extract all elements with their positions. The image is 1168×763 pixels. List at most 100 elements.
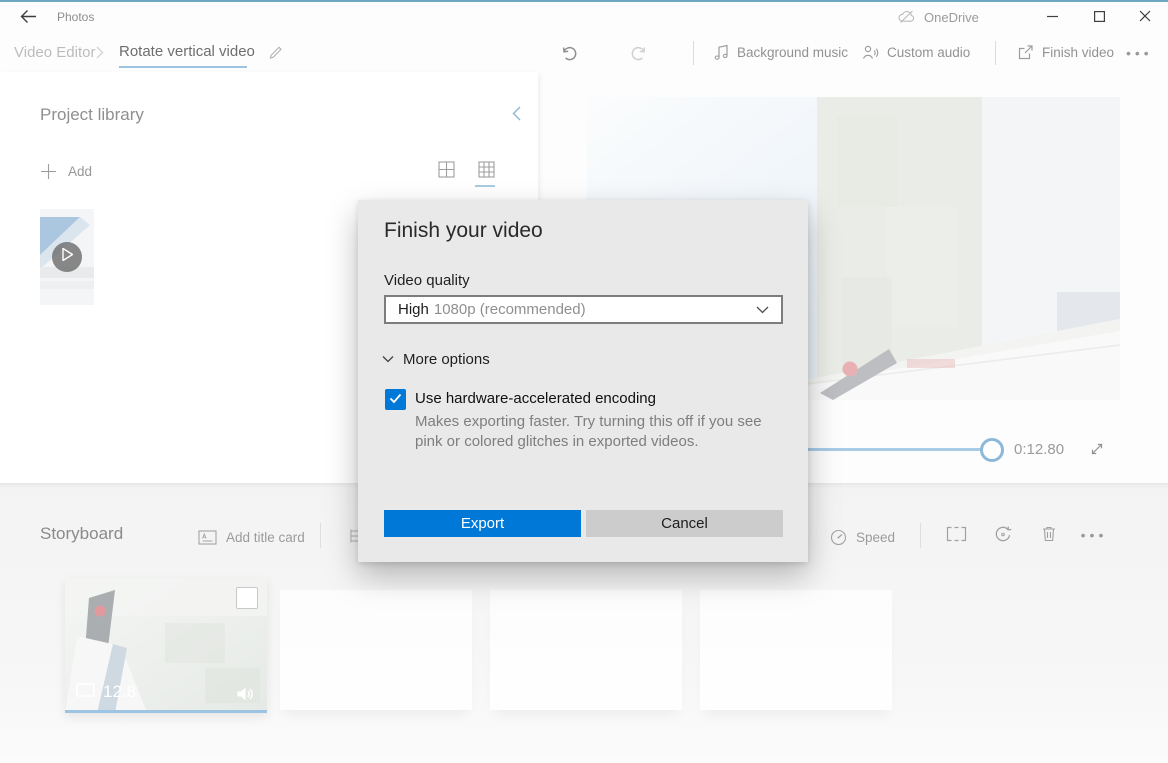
breadcrumb-chevron-icon xyxy=(96,46,104,64)
delete-button[interactable] xyxy=(1035,521,1063,549)
cancel-button[interactable]: Cancel xyxy=(586,510,783,537)
storyboard-more-button[interactable]: ••• xyxy=(1080,521,1108,549)
redo-button[interactable] xyxy=(630,38,648,67)
custom-audio-label: Custom audio xyxy=(887,45,970,60)
hardware-encoding-checkbox[interactable] xyxy=(385,389,406,410)
collapse-panel-button[interactable] xyxy=(503,102,529,128)
video-quality-label: Video quality xyxy=(384,272,470,289)
finish-video-button[interactable]: Finish video xyxy=(1017,38,1114,67)
speed-gauge-icon xyxy=(830,529,847,546)
add-label: Add xyxy=(68,164,92,179)
export-icon xyxy=(1017,44,1034,61)
project-library-title: Project library xyxy=(40,105,144,125)
plus-icon xyxy=(40,163,57,180)
export-button[interactable]: Export xyxy=(384,510,581,537)
pencil-icon xyxy=(268,43,284,63)
storyboard-clip[interactable]: 12.8 xyxy=(65,578,267,713)
volume-icon[interactable] xyxy=(236,686,255,702)
more-options-label: More options xyxy=(403,351,490,368)
play-icon xyxy=(62,248,73,266)
app-bar: Video Editor Rotate vertical video xyxy=(0,33,1168,72)
speed-label: Speed xyxy=(856,530,895,545)
close-button[interactable] xyxy=(1122,2,1168,33)
redo-icon xyxy=(630,44,648,62)
empty-clip-placeholder xyxy=(490,590,682,710)
storyboard-separator xyxy=(920,523,921,548)
custom-audio-button[interactable]: Custom audio xyxy=(862,38,970,67)
grid-2x2-icon xyxy=(438,161,455,181)
project-title: Rotate vertical video xyxy=(119,33,255,69)
onedrive-label: OneDrive xyxy=(924,10,979,25)
play-overlay xyxy=(52,242,82,272)
add-media-button[interactable]: Add xyxy=(40,158,92,184)
rotate-button[interactable] xyxy=(989,521,1017,549)
quality-selected-suffix: 1080p (recommended) xyxy=(434,301,586,318)
breadcrumb-video-editor[interactable]: Video Editor xyxy=(14,33,95,72)
resize-aspect-button[interactable] xyxy=(942,521,970,549)
grid-3x3-icon xyxy=(478,161,495,181)
music-note-icon xyxy=(714,44,729,61)
speed-button[interactable]: Speed xyxy=(830,524,895,550)
hardware-encoding-label[interactable]: Use hardware-accelerated encoding xyxy=(415,390,656,407)
add-title-card-button[interactable]: Add title card xyxy=(198,524,305,550)
description-line-2: pink or colored glitches in exported vid… xyxy=(415,432,762,452)
toolbar-more-button[interactable]: ••• xyxy=(1126,38,1153,67)
undo-button[interactable] xyxy=(560,38,578,67)
app-window: Photos OneDrive Video Editor Rotate vert… xyxy=(0,0,1168,763)
large-grid-view-button[interactable] xyxy=(473,158,499,184)
minimize-button[interactable] xyxy=(1029,2,1075,33)
storyboard-title: Storyboard xyxy=(40,524,123,544)
maximize-button[interactable] xyxy=(1076,2,1122,33)
hardware-encoding-description: Makes exporting faster. Try turning this… xyxy=(415,412,762,452)
video-quality-select[interactable]: High 1080p (recommended) xyxy=(384,295,783,324)
description-line-1: Makes exporting faster. Try turning this… xyxy=(415,412,762,432)
toolbar-separator xyxy=(995,41,996,65)
chevron-left-icon xyxy=(512,106,521,124)
back-button[interactable] xyxy=(8,3,48,32)
small-grid-view-button[interactable] xyxy=(433,158,459,184)
quality-selected-value: High xyxy=(398,301,429,318)
onedrive-cloud-icon xyxy=(897,9,916,27)
fullscreen-button[interactable] xyxy=(1084,440,1110,460)
clip-duration: 12.8 xyxy=(103,682,136,702)
clip-progress-bar xyxy=(65,710,267,713)
trash-icon xyxy=(1041,525,1057,545)
custom-audio-icon xyxy=(862,44,879,61)
close-icon xyxy=(1139,10,1151,25)
app-title: Photos xyxy=(57,2,94,33)
check-icon xyxy=(389,391,402,409)
more-options-toggle[interactable]: More options xyxy=(382,348,490,370)
expand-icon xyxy=(1089,441,1105,460)
title-card-icon xyxy=(198,530,217,545)
playback-time: 0:12.80 xyxy=(1014,441,1064,458)
project-title-underline xyxy=(119,66,247,68)
storyboard-separator xyxy=(320,523,321,548)
minimize-icon xyxy=(1047,10,1058,25)
timeline-handle[interactable] xyxy=(980,438,1004,462)
more-icon: ••• xyxy=(1081,527,1108,543)
onedrive-status[interactable]: OneDrive xyxy=(897,2,979,33)
frame-icon xyxy=(76,682,95,702)
toolbar-separator xyxy=(693,41,694,65)
chevron-down-icon xyxy=(756,306,769,314)
add-title-card-label: Add title card xyxy=(226,530,305,545)
rename-project-button[interactable] xyxy=(263,40,289,66)
title-bar: Photos OneDrive xyxy=(0,2,1168,33)
selected-view-underline xyxy=(475,185,495,187)
undo-icon xyxy=(560,44,578,62)
maximize-icon xyxy=(1094,10,1105,25)
clip-duration-badge: 12.8 xyxy=(76,682,136,702)
finish-video-label: Finish video xyxy=(1042,45,1114,60)
more-icon: ••• xyxy=(1126,45,1153,61)
chevron-down-icon xyxy=(382,355,394,363)
dialog-title: Finish your video xyxy=(384,219,543,243)
background-music-button[interactable]: Background music xyxy=(714,38,848,67)
filters-icon-partial xyxy=(347,528,358,549)
back-arrow-icon xyxy=(20,9,37,27)
clip-select-checkbox[interactable] xyxy=(236,587,258,609)
background-music-label: Background music xyxy=(737,45,848,60)
aspect-ratio-icon xyxy=(946,526,967,545)
finish-video-dialog: Finish your video Video quality High 108… xyxy=(358,200,808,562)
empty-clip-placeholder xyxy=(700,590,892,710)
rotate-icon xyxy=(994,525,1012,546)
